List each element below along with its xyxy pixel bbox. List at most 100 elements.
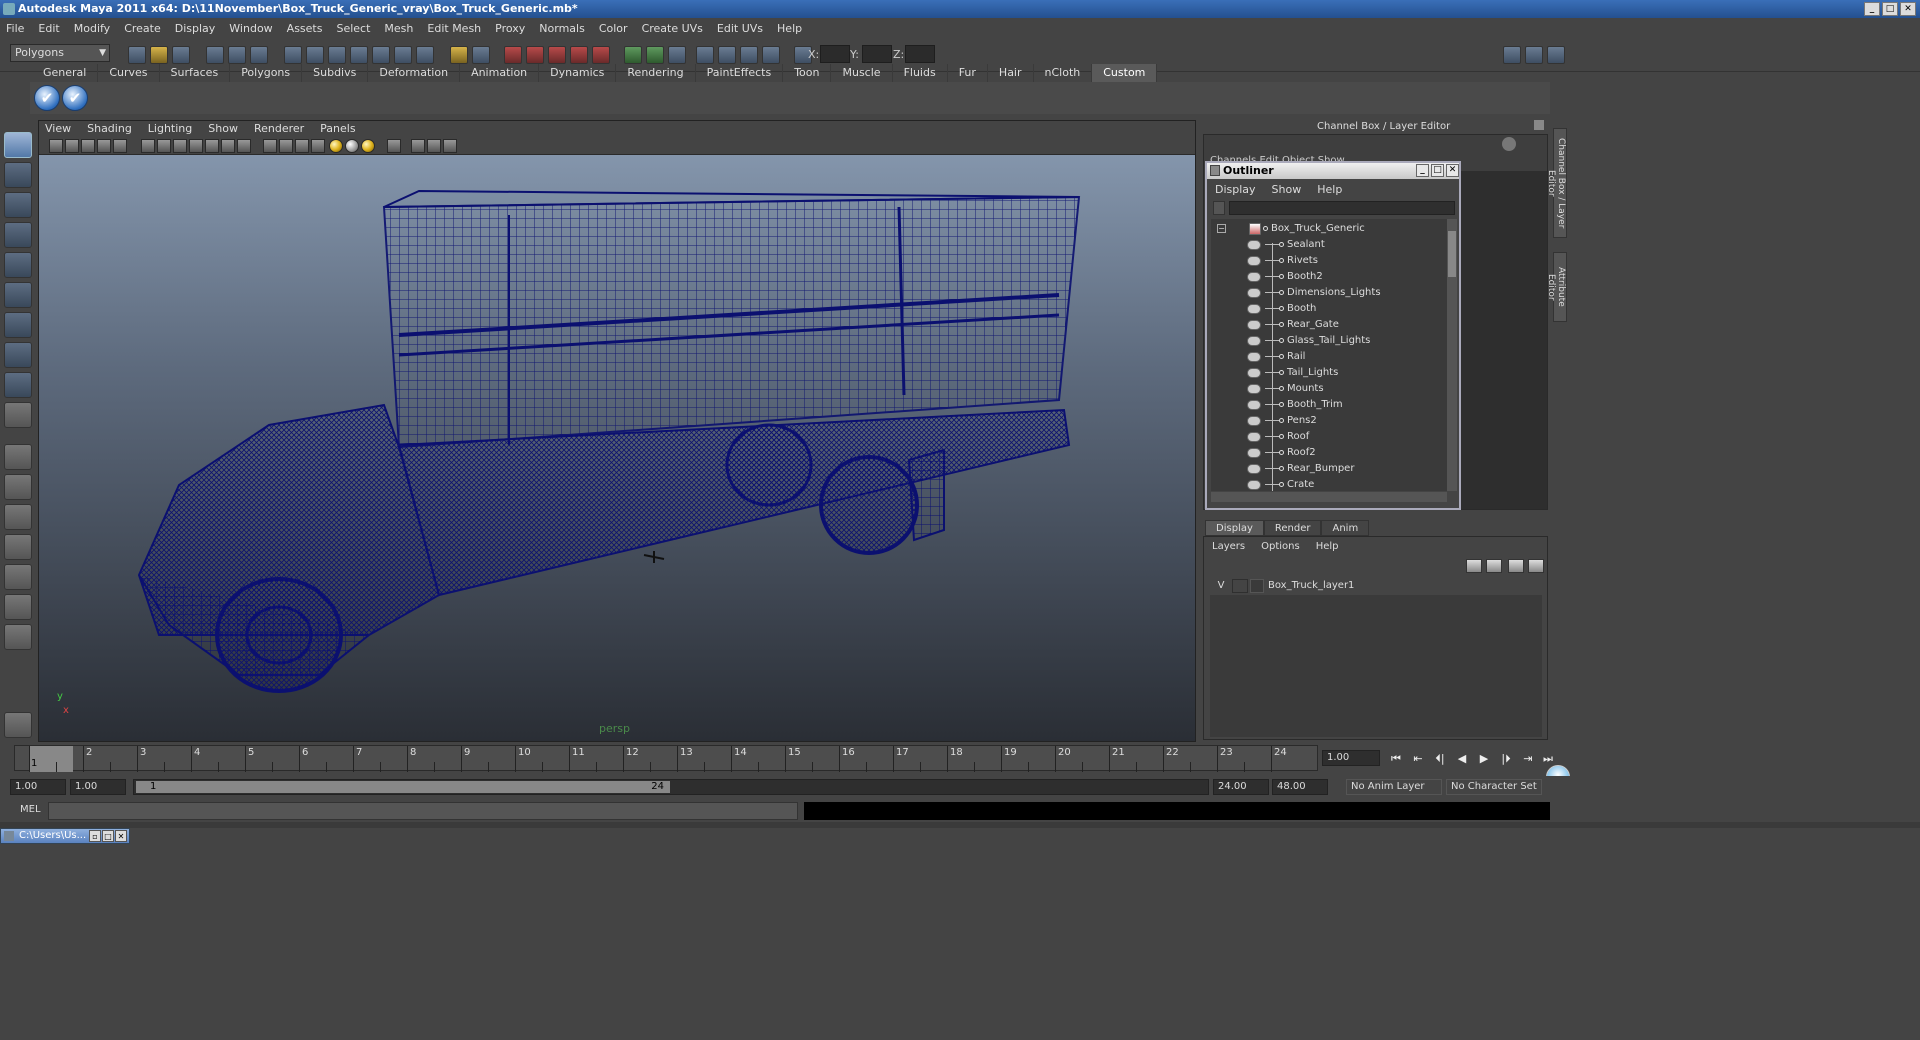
construction-icon[interactable] <box>416 46 434 64</box>
shelf-tab-deformation[interactable]: Deformation <box>368 64 461 82</box>
anim-layer-dropdown[interactable]: No Anim Layer <box>1346 779 1442 795</box>
range-slider-handle[interactable]: 1 24 <box>136 781 670 793</box>
shelf-tab-custom[interactable]: Custom <box>1092 64 1158 82</box>
outliner-item[interactable]: Rear_Gate <box>1211 317 1447 333</box>
outliner-item[interactable]: Dimensions_Lights <box>1211 285 1447 301</box>
side-tab-channel-box[interactable]: Channel Box / Layer Editor <box>1546 128 1567 238</box>
vp-menu-lighting[interactable]: Lighting <box>148 121 192 137</box>
filter-icon[interactable] <box>1213 201 1225 215</box>
layer-menu-options[interactable]: Options <box>1261 541 1300 552</box>
outliner-item[interactable]: Rear_Bumper <box>1211 461 1447 477</box>
layer-tab-display[interactable]: Display <box>1205 520 1264 536</box>
menu-display[interactable]: Display <box>175 22 216 35</box>
text-icon[interactable] <box>237 139 251 153</box>
go-to-start-button[interactable]: ⏮ <box>1388 752 1404 766</box>
layout-four-icon[interactable] <box>4 474 32 500</box>
step-forward-key-button[interactable]: ⇥ <box>1520 752 1536 766</box>
layer-color-swatch[interactable] <box>1250 579 1264 593</box>
outliner-item[interactable]: Rivets <box>1211 253 1447 269</box>
restore-icon[interactable]: ▫ <box>89 830 101 842</box>
outliner-vertical-scrollbar[interactable] <box>1447 219 1457 491</box>
playback-start-field[interactable]: 1.00 <box>70 779 126 795</box>
menu-normals[interactable]: Normals <box>539 22 585 35</box>
outliner-item[interactable]: Pens2 <box>1211 413 1447 429</box>
outliner-item[interactable]: Roof <box>1211 429 1447 445</box>
lock-icon[interactable] <box>450 46 468 64</box>
outliner-root-row[interactable]: − Box_Truck_Generic <box>1211 221 1447 237</box>
step-back-frame-button[interactable]: ⏴| <box>1432 752 1448 766</box>
outliner-close-button[interactable]: ✕ <box>1446 164 1459 177</box>
wireframe-icon[interactable] <box>263 139 277 153</box>
collapse-icon[interactable]: − <box>1217 224 1226 233</box>
select-hierarchy-icon[interactable] <box>206 46 224 64</box>
mel-label[interactable]: MEL <box>20 804 41 815</box>
menu-edit-uvs[interactable]: Edit UVs <box>717 22 763 35</box>
outliner-minimize-button[interactable]: _ <box>1416 164 1429 177</box>
scroll-thumb[interactable] <box>1448 231 1456 277</box>
safe-action-vp-icon[interactable] <box>205 139 219 153</box>
shadows-icon[interactable] <box>361 139 375 153</box>
grid-icon[interactable] <box>113 139 127 153</box>
x-field[interactable] <box>820 45 850 63</box>
playback-end-field[interactable]: 24.00 <box>1213 779 1269 795</box>
shelf-tab-muscle[interactable]: Muscle <box>831 64 893 82</box>
smooth-shade-icon[interactable] <box>279 139 293 153</box>
maximize-icon[interactable]: □ <box>102 830 114 842</box>
outliner-horizontal-scrollbar[interactable] <box>1211 492 1447 502</box>
clipboard-icon[interactable] <box>668 46 686 64</box>
maximize-button[interactable]: □ <box>1882 2 1898 16</box>
snap-curve-icon[interactable] <box>306 46 324 64</box>
menu-select[interactable]: Select <box>336 22 370 35</box>
shelf-tab-toon[interactable]: Toon <box>783 64 832 82</box>
layout-single-icon[interactable] <box>4 444 32 470</box>
minimized-window[interactable]: C:\Users\Us... ▫ □ ✕ <box>0 828 130 844</box>
xray-joints-icon[interactable] <box>427 139 441 153</box>
channel-box-settings-icon[interactable] <box>1502 137 1516 151</box>
snap-grid-icon[interactable] <box>284 46 302 64</box>
snap-live-icon[interactable] <box>372 46 390 64</box>
checkmark-shelf-button-1[interactable]: ✔ <box>34 85 60 111</box>
layout-dope-icon[interactable] <box>4 624 32 650</box>
outliner-item[interactable]: Rail <box>1211 349 1447 365</box>
menu-modify[interactable]: Modify <box>74 22 110 35</box>
vp-menu-view[interactable]: View <box>45 121 71 137</box>
wireframe-on-shaded-icon[interactable] <box>295 139 309 153</box>
minimize-button[interactable]: _ <box>1864 2 1880 16</box>
hypershade-icon[interactable] <box>570 46 588 64</box>
move-layer-up-icon[interactable] <box>1466 559 1482 573</box>
go-to-end-button[interactable]: ⏭ <box>1540 752 1556 766</box>
layout-outliner-icon[interactable] <box>4 504 32 530</box>
float-panel-icon[interactable] <box>1534 120 1544 130</box>
ipr-render-icon[interactable] <box>526 46 544 64</box>
bookmark-icon[interactable] <box>81 139 95 153</box>
play-forwards-button[interactable]: ▶ <box>1476 752 1492 766</box>
outliner-item[interactable]: Roof2 <box>1211 445 1447 461</box>
checkmark-shelf-button-2[interactable]: ✔ <box>62 85 88 111</box>
layout-hypershade-icon[interactable] <box>4 564 32 590</box>
layer-menu-layers[interactable]: Layers <box>1212 541 1245 552</box>
play-backwards-button[interactable]: ◀ <box>1454 752 1470 766</box>
layer-menu-help[interactable]: Help <box>1316 541 1339 552</box>
time-slider[interactable]: 1 2 3 4 5 6 7 8 9 10 11 12 13 14 15 16 17 18 19 20 21 22 23 24 <box>14 745 1318 772</box>
vp-menu-shading[interactable]: Shading <box>87 121 132 137</box>
vp-menu-panels[interactable]: Panels <box>320 121 355 137</box>
show-manipulator-icon[interactable] <box>4 372 32 398</box>
outliner-item[interactable]: Booth_Trim <box>1211 397 1447 413</box>
shelf-tab-rendering[interactable]: Rendering <box>616 64 696 82</box>
menu-edit[interactable]: Edit <box>38 22 59 35</box>
select-object-icon[interactable] <box>228 46 246 64</box>
shelf-tab-general[interactable]: General <box>32 64 99 82</box>
menu-create-uvs[interactable]: Create UVs <box>642 22 703 35</box>
layer-visibility-toggle[interactable]: V <box>1214 579 1228 593</box>
paint-select-tool-icon[interactable] <box>4 192 32 218</box>
share-icon[interactable] <box>443 139 457 153</box>
shelf-tab-hair[interactable]: Hair <box>988 64 1034 82</box>
current-time-field[interactable]: 1.00 <box>1322 750 1380 766</box>
menu-mesh[interactable]: Mesh <box>384 22 413 35</box>
render-view-icon[interactable] <box>592 46 610 64</box>
outliner-item[interactable]: Glass_Tail_Lights <box>1211 333 1447 349</box>
soft-modification-icon[interactable] <box>4 342 32 368</box>
new-layer-icon[interactable] <box>1508 559 1524 573</box>
shelf-tab-surfaces[interactable]: Surfaces <box>160 64 231 82</box>
textured-icon[interactable] <box>311 139 325 153</box>
